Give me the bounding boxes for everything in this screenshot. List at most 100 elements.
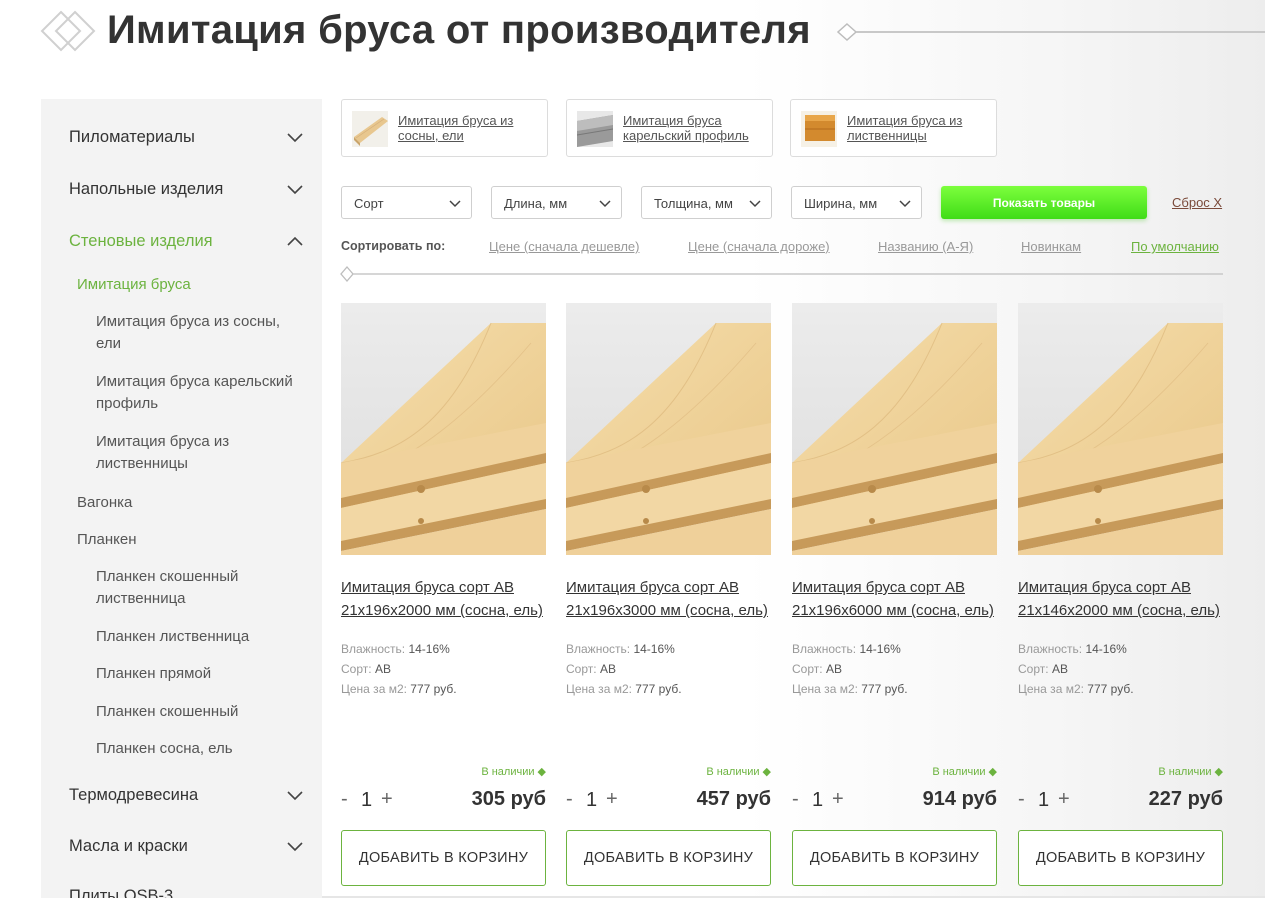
qty-plus-button[interactable]: + [1058, 788, 1070, 811]
sort-new[interactable]: Новинкам [1021, 239, 1081, 254]
sidebar-item-napolnye[interactable]: Напольные изделия [69, 180, 223, 199]
product-card: Имитация бруса сорт АВ 21х146х2000 мм (с… [1018, 303, 1223, 898]
qty-value[interactable]: 1 [361, 789, 372, 812]
product-m2-price: Цена за м2: 777 руб. [792, 682, 908, 696]
product-thumb [352, 111, 388, 147]
qty-value[interactable]: 1 [812, 789, 823, 812]
sort-label: Сортировать по: [341, 239, 446, 253]
product-photo[interactable] [792, 303, 997, 555]
chip-sosna[interactable]: Имитация бруса из сосны, ели [341, 99, 548, 157]
chevron-down-icon[interactable] [287, 842, 303, 852]
product-grade: Сорт: АВ [1018, 662, 1068, 676]
qty-value[interactable]: 1 [1038, 789, 1049, 812]
sidebar-item-pilomaterialy[interactable]: Пиломатериалы [69, 128, 195, 147]
attr-value: 14-16% [859, 642, 901, 656]
chevron-down-icon [899, 200, 911, 208]
add-to-cart-button[interactable]: ДОБАВИТЬ В КОРЗИНУ [341, 830, 546, 886]
filter-length-select[interactable]: Длина, мм [491, 186, 622, 219]
chip-karelskiy[interactable]: Имитация бруса карельский профиль [566, 99, 773, 157]
sidebar-sub2-planken-skosh-listv[interactable]: Планкен скошенный лиственница [96, 566, 306, 610]
chip-label: Имитация бруса из лиственницы [847, 113, 963, 143]
quantity-stepper: -1 + [341, 788, 401, 814]
chevron-down-icon[interactable] [287, 791, 303, 801]
product-price: 914 руб [922, 788, 997, 810]
qty-minus-button[interactable]: - [1018, 788, 1025, 811]
attr-value: 14-16% [1085, 642, 1127, 656]
chevron-down-icon [449, 200, 461, 208]
filter-sort-select[interactable]: Сорт [341, 186, 472, 219]
sidebar-sub2-sosna[interactable]: Имитация бруса из сосны, ели [96, 311, 306, 355]
page-title: Имитация бруса от производителя [107, 8, 811, 52]
quantity-stepper: -1 + [566, 788, 626, 814]
attr-value: 777 руб. [861, 682, 908, 696]
product-name-link[interactable]: Имитация бруса сорт АВ 21х196х2000 мм (с… [341, 576, 561, 622]
qty-minus-button[interactable]: - [341, 788, 348, 811]
stock-status: В наличии ◆ [706, 766, 771, 778]
attr-value: АВ [825, 662, 842, 676]
qty-minus-button[interactable]: - [792, 788, 799, 811]
sidebar-item-termo[interactable]: Термодревесина [69, 786, 198, 805]
sidebar-sub2-planken-sosna[interactable]: Планкен сосна, ель [96, 738, 306, 760]
sidebar-sub2-planken-pryamoy[interactable]: Планкен прямой [96, 663, 306, 685]
sort-name[interactable]: Названию (А-Я) [878, 239, 973, 254]
sidebar-sub-imitaciya[interactable]: Имитация бруса [77, 276, 191, 293]
attr-label: Влажность: [792, 642, 857, 656]
qty-plus-button[interactable]: + [606, 788, 618, 811]
sidebar-item-masla[interactable]: Масла и краски [69, 837, 188, 856]
chevron-up-icon[interactable] [287, 236, 303, 246]
filter-width-select[interactable]: Ширина, мм [791, 186, 922, 219]
filter-thickness-select[interactable]: Толщина, мм [641, 186, 772, 219]
chip-label: Имитация бруса из сосны, ели [398, 113, 514, 143]
product-photo[interactable] [1018, 303, 1223, 555]
attr-label: Сорт: [792, 662, 823, 676]
attr-value: 14-16% [633, 642, 675, 656]
section-divider [340, 266, 1223, 282]
attr-label: Цена за м2: [341, 682, 407, 696]
product-m2-price: Цена за м2: 777 руб. [1018, 682, 1134, 696]
stock-status: В наличии ◆ [1158, 766, 1223, 778]
sort-price-asc[interactable]: Цене (сначала дешевле) [489, 239, 639, 254]
sort-default[interactable]: По умолчанию [1131, 239, 1219, 254]
attr-value: 777 руб. [410, 682, 457, 696]
sidebar-sub2-planken-listv[interactable]: Планкен лиственница [96, 626, 306, 648]
chevron-down-icon[interactable] [287, 185, 303, 195]
sidebar-sub-planken[interactable]: Планкен [77, 531, 137, 548]
select-label: Ширина, мм [804, 196, 878, 211]
product-thumb [577, 111, 613, 147]
sidebar-sub2-listvennica[interactable]: Имитация бруса из лиственницы [96, 431, 306, 475]
sidebar-sub-vagonka[interactable]: Вагонка [77, 494, 132, 511]
show-products-button[interactable]: Показать товары [941, 186, 1147, 219]
product-grade: Сорт: АВ [792, 662, 842, 676]
sidebar-sub2-planken-skosh[interactable]: Планкен скошенный [96, 701, 306, 723]
product-grade: Сорт: АВ [341, 662, 391, 676]
product-photo[interactable] [341, 303, 546, 555]
product-name-link[interactable]: Имитация бруса сорт АВ 21х146х2000 мм (с… [1018, 576, 1238, 622]
product-m2-price: Цена за м2: 777 руб. [566, 682, 682, 696]
add-to-cart-button[interactable]: ДОБАВИТЬ В КОРЗИНУ [792, 830, 997, 886]
qty-plus-button[interactable]: + [381, 788, 393, 811]
chevron-down-icon[interactable] [287, 133, 303, 143]
add-to-cart-button[interactable]: ДОБАВИТЬ В КОРЗИНУ [566, 830, 771, 886]
product-name-link[interactable]: Имитация бруса сорт АВ 21х196х6000 мм (с… [792, 576, 1012, 622]
sidebar-item-stenovye[interactable]: Стеновые изделия [69, 232, 213, 251]
sidebar-item-osb[interactable]: Плиты OSB-3 [69, 887, 173, 898]
attr-value: АВ [599, 662, 616, 676]
attr-value: 777 руб. [635, 682, 682, 696]
product-name-link[interactable]: Имитация бруса сорт АВ 21х196х3000 мм (с… [566, 576, 786, 622]
sidebar-sub2-karelskiy[interactable]: Имитация бруса карельский профиль [96, 371, 306, 415]
reset-filters-link[interactable]: Сброс X [1172, 195, 1222, 210]
chevron-down-icon [599, 200, 611, 208]
product-humidity: Влажность: 14-16% [1018, 642, 1127, 656]
select-label: Толщина, мм [654, 196, 733, 211]
attr-label: Сорт: [1018, 662, 1049, 676]
product-photo[interactable] [566, 303, 771, 555]
select-label: Сорт [354, 196, 384, 211]
qty-value[interactable]: 1 [586, 789, 597, 812]
add-to-cart-button[interactable]: ДОБАВИТЬ В КОРЗИНУ [1018, 830, 1223, 886]
qty-minus-button[interactable]: - [566, 788, 573, 811]
attr-value: 14-16% [408, 642, 450, 656]
chip-listvennica[interactable]: Имитация бруса из лиственницы [790, 99, 997, 157]
attr-label: Цена за м2: [1018, 682, 1084, 696]
qty-plus-button[interactable]: + [832, 788, 844, 811]
sort-price-desc[interactable]: Цене (сначала дороже) [688, 239, 830, 254]
